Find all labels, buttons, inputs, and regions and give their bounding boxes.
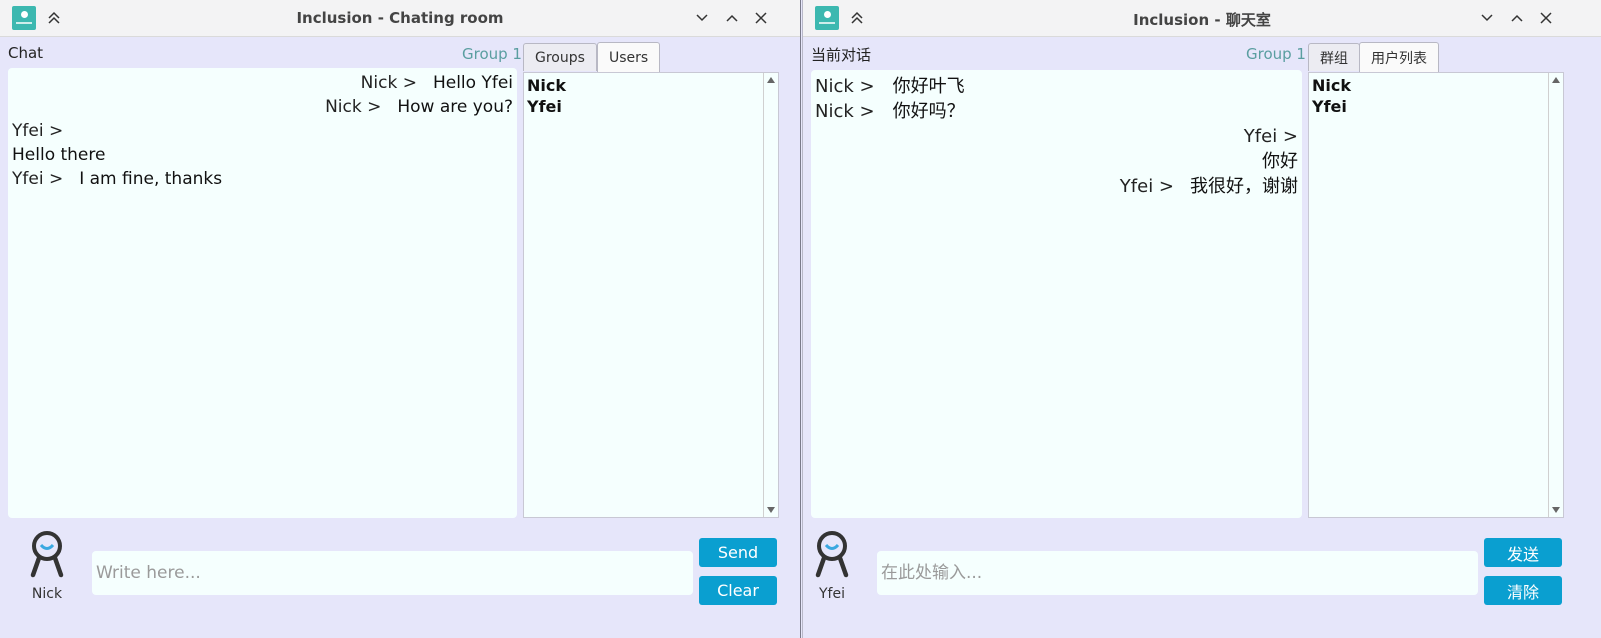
scroll-down-arrow-icon[interactable]: [1552, 507, 1560, 513]
user-list-item[interactable]: Yfei: [1309, 96, 1563, 117]
users-list-panel[interactable]: Nick Yfei: [523, 72, 779, 518]
chat-window-chinese: Inclusion - 聊天室 当前对话 Group 1 群组 用户列表 Nic…: [802, 0, 1601, 638]
avatar: Nick: [22, 530, 72, 602]
chat-messages-area[interactable]: Nick > Hello Yfei Nick > How are you? Yfei…: [8, 68, 517, 518]
chat-message: Yfei > 我很好，谢谢: [811, 174, 1302, 199]
tab-groups[interactable]: 群组: [1308, 43, 1360, 71]
users-list-panel[interactable]: Nick Yfei: [1308, 72, 1564, 518]
chevron-down-icon[interactable]: [1475, 6, 1499, 30]
message-sender: Nick >: [360, 73, 417, 93]
chat-message: Yfei >: [811, 124, 1302, 149]
message-sender: Nick >: [815, 101, 875, 122]
window-title: Inclusion - Chating room: [296, 9, 504, 27]
tab-users[interactable]: Users: [597, 42, 661, 72]
titlebar[interactable]: Inclusion - Chating room: [0, 0, 800, 37]
chat-message: Yfei > I am fine, thanks: [8, 167, 517, 191]
close-icon[interactable]: [749, 6, 773, 30]
tab-users[interactable]: 用户列表: [1359, 42, 1439, 72]
tab-groups[interactable]: Groups: [523, 43, 597, 71]
user-avatar-icon: [30, 531, 64, 578]
message-sender: Yfei >: [1119, 176, 1174, 197]
users-scrollbar[interactable]: [763, 73, 778, 517]
message-sender: Yfei >: [1243, 126, 1298, 147]
chevron-up-icon[interactable]: [720, 6, 744, 30]
message-text: 你好: [1262, 151, 1298, 172]
chat-message: Hello there: [8, 143, 517, 167]
chevron-down-icon[interactable]: [690, 6, 714, 30]
user-list-item[interactable]: Yfei: [524, 96, 778, 117]
scroll-up-arrow-icon[interactable]: [767, 77, 775, 83]
message-text: 你好吗？: [892, 101, 965, 122]
message-sender: Nick >: [325, 97, 382, 117]
message-input[interactable]: [877, 551, 1478, 595]
send-button[interactable]: Send: [699, 538, 777, 567]
titlebar[interactable]: Inclusion - 聊天室: [803, 0, 1601, 37]
message-sender: Yfei >: [12, 169, 64, 189]
chat-messages-area[interactable]: Nick > 你好叶飞 Nick > 你好吗？ Yfei > 你好 Yfei > 我很…: [811, 70, 1302, 518]
chat-message: Nick > Hello Yfei: [8, 71, 517, 95]
avatar: Yfei: [807, 530, 857, 602]
message-input[interactable]: [92, 551, 693, 595]
avatar-username: Yfei: [819, 586, 845, 602]
chat-message: Yfei >: [8, 119, 517, 143]
group-label: Group 1: [1246, 45, 1306, 63]
group-label: Group 1: [462, 45, 522, 63]
user-avatar-icon: [815, 531, 849, 578]
message-sender: Yfei >: [12, 121, 64, 141]
message-text: How are you?: [397, 97, 513, 117]
chat-message: Nick > How are you?: [8, 95, 517, 119]
message-text: Hello there: [12, 145, 106, 165]
close-icon[interactable]: [1534, 6, 1558, 30]
message-text: 我很好，谢谢: [1190, 176, 1298, 197]
user-list-item[interactable]: Nick: [524, 75, 778, 96]
clear-button[interactable]: Clear: [699, 576, 777, 605]
chevron-up-icon[interactable]: [1505, 6, 1529, 30]
chat-label: 当前对话: [811, 46, 872, 64]
message-text: Hello Yfei: [432, 73, 513, 93]
chat-label: Chat: [8, 44, 44, 62]
message-text: 你好叶飞: [892, 76, 965, 97]
scroll-up-arrow-icon[interactable]: [1552, 77, 1560, 83]
user-list-item[interactable]: Nick: [1309, 75, 1563, 96]
chat-window-english: Inclusion - Chating room Chat Group 1 Gr…: [0, 0, 801, 638]
message-sender: Nick >: [815, 76, 875, 97]
chat-message: 你好: [811, 149, 1302, 174]
chat-message: Nick > 你好叶飞: [811, 74, 1302, 99]
message-text: I am fine, thanks: [79, 169, 223, 189]
send-button[interactable]: 发送: [1484, 538, 1562, 567]
users-scrollbar[interactable]: [1548, 73, 1563, 517]
scroll-down-arrow-icon[interactable]: [767, 507, 775, 513]
chat-message: Nick > 你好吗？: [811, 99, 1302, 124]
avatar-username: Nick: [31, 586, 63, 602]
clear-button[interactable]: 清除: [1484, 576, 1562, 605]
